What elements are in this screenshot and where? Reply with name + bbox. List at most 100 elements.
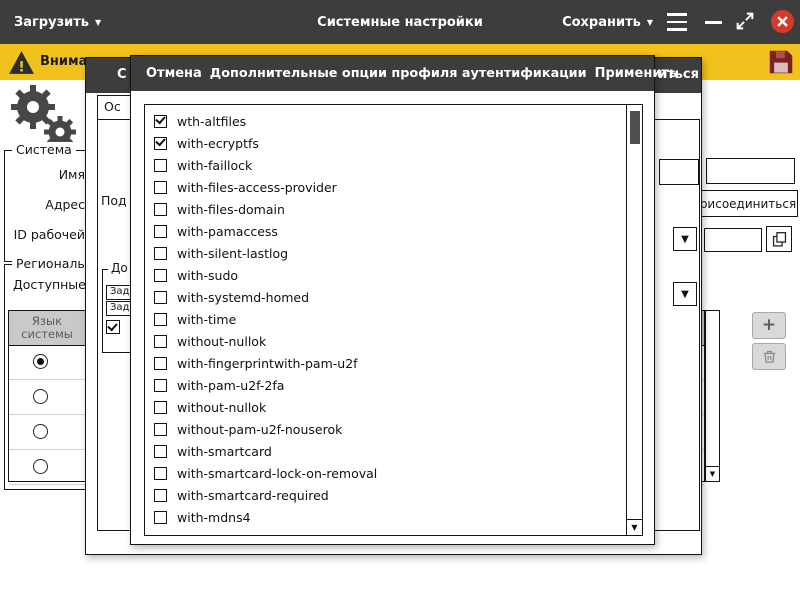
option-label: without-nullok xyxy=(177,334,266,349)
option-label: with-ecryptfs xyxy=(177,136,259,151)
option-checkbox[interactable] xyxy=(154,247,167,260)
delete-button[interactable] xyxy=(752,343,786,370)
option-row[interactable]: with-mdns4 xyxy=(145,506,626,528)
cancel-button[interactable]: Отмена xyxy=(146,66,202,81)
option-row[interactable]: with-pamaccess xyxy=(145,220,626,242)
option-checkbox[interactable] xyxy=(154,379,167,392)
option-label: with-pamaccess xyxy=(177,224,278,239)
option-row[interactable]: with-smartcard xyxy=(145,440,626,462)
language-radio[interactable] xyxy=(33,389,48,404)
minimize-button[interactable] xyxy=(705,21,722,24)
option-checkbox[interactable] xyxy=(154,335,167,348)
option-label: with-systemd-homed xyxy=(177,290,309,305)
option-row[interactable]: with-ecryptfs xyxy=(145,132,626,154)
option-checkbox[interactable] xyxy=(154,467,167,480)
option-checkbox[interactable] xyxy=(154,401,167,414)
checked-checkbox-fragment[interactable] xyxy=(106,320,120,334)
option-row[interactable]: with-faillock xyxy=(145,154,626,176)
hamburger-icon xyxy=(667,13,687,16)
option-label: with-pam-u2f-2fa xyxy=(177,378,284,393)
option-row[interactable]: with-files-access-provider xyxy=(145,176,626,198)
close-button[interactable] xyxy=(771,10,794,33)
option-row[interactable]: with-smartcard-lock-on-removal xyxy=(145,462,626,484)
text-input-2[interactable] xyxy=(704,228,762,252)
option-row[interactable]: with-sudo xyxy=(145,264,626,286)
dropdown-button-2[interactable]: ▼ xyxy=(673,282,697,306)
options-list: wth-altfiles with-ecryptfs with-faillock wi… xyxy=(145,105,626,535)
option-row[interactable]: with-smartcard-required xyxy=(145,484,626,506)
dropdown-button-1[interactable]: ▼ xyxy=(673,227,697,251)
scrollbar-thumb[interactable] xyxy=(630,111,640,144)
option-checkbox[interactable] xyxy=(154,115,167,128)
option-checkbox[interactable] xyxy=(154,445,167,458)
fullscreen-button[interactable] xyxy=(734,10,756,36)
scrollbar-down-button[interactable]: ▼ xyxy=(627,519,642,535)
load-button-label: Загрузить xyxy=(14,15,89,30)
language-radio[interactable] xyxy=(33,459,48,474)
option-label: with-smartcard-lock-on-removal xyxy=(177,466,377,481)
add-button[interactable]: + xyxy=(752,312,786,339)
option-row[interactable]: without-nullok xyxy=(145,396,626,418)
option-row[interactable]: wth-altfiles xyxy=(145,110,626,132)
field-label-workgroup-id: ID рабочей xyxy=(5,227,85,242)
option-checkbox[interactable] xyxy=(154,423,167,436)
plus-icon: + xyxy=(762,317,776,334)
option-row[interactable]: with-pam-u2f-2fa xyxy=(145,374,626,396)
option-row[interactable]: with-files-domain xyxy=(145,198,626,220)
dialog-header: Отмена Дополнительные опции профиля ауте… xyxy=(131,56,654,91)
auth-options-dialog: Отмена Дополнительные опции профиля ауте… xyxy=(130,55,655,545)
option-checkbox[interactable] xyxy=(154,269,167,282)
option-checkbox[interactable] xyxy=(154,137,167,150)
option-row[interactable]: with-time xyxy=(145,308,626,330)
settings-gears-icon xyxy=(6,82,80,150)
option-label: with-silent-lastlog xyxy=(177,246,288,261)
option-label: with-files-access-provider xyxy=(177,180,337,195)
option-row[interactable]: with-systemd-homed xyxy=(145,286,626,308)
option-label: with-smartcard-required xyxy=(177,488,329,503)
option-checkbox[interactable] xyxy=(154,313,167,326)
copy-icon xyxy=(771,231,788,248)
options-scrollbar[interactable]: ▼ xyxy=(626,105,642,535)
back-dialog-field-label: Под xyxy=(101,193,127,208)
language-radio[interactable] xyxy=(33,354,48,369)
option-label: with-sudo xyxy=(177,268,238,283)
option-checkbox[interactable] xyxy=(154,181,167,194)
option-label: with-time xyxy=(177,312,236,327)
option-row[interactable]: with-silent-lastlog xyxy=(145,242,626,264)
option-label: with-files-domain xyxy=(177,202,285,217)
option-checkbox[interactable] xyxy=(154,489,167,502)
back-dialog-input[interactable] xyxy=(659,159,699,185)
table-scrollbar[interactable]: ▼ xyxy=(705,310,720,482)
save-button[interactable]: Сохранить ▼ xyxy=(562,0,653,44)
field-label-name: Имя xyxy=(5,167,85,182)
copy-button[interactable] xyxy=(766,226,792,252)
save-file-button[interactable] xyxy=(766,47,796,77)
options-list-box: wth-altfiles with-ecryptfs with-faillock wi… xyxy=(144,104,643,536)
language-radio[interactable] xyxy=(33,424,48,439)
option-label: wth-altfiles xyxy=(177,114,246,129)
fullscreen-icon xyxy=(734,10,756,32)
apply-button[interactable]: Применить xyxy=(595,66,678,81)
back-dialog-group-legend: До xyxy=(108,261,131,275)
menu-button[interactable] xyxy=(667,13,687,31)
option-checkbox[interactable] xyxy=(154,159,167,172)
option-label: with-faillock xyxy=(177,158,252,173)
option-row[interactable]: without-pam-u2f-nouserok xyxy=(145,418,626,440)
scrollbar-down-arrow[interactable]: ▼ xyxy=(706,466,719,481)
option-row[interactable]: with-fingerprintwith-pam-u2f xyxy=(145,352,626,374)
trash-icon xyxy=(762,349,777,364)
option-checkbox[interactable] xyxy=(154,511,167,524)
option-row[interactable]: without-nullok xyxy=(145,330,626,352)
text-input-1[interactable] xyxy=(706,158,795,184)
load-button[interactable]: Загрузить ▼ xyxy=(14,0,101,44)
option-checkbox[interactable] xyxy=(154,203,167,216)
language-table-header: Язык системы xyxy=(9,311,86,345)
caret-down-icon: ▼ xyxy=(647,18,653,27)
system-fieldset-legend: Система xyxy=(12,142,76,157)
option-checkbox[interactable] xyxy=(154,225,167,238)
option-checkbox[interactable] xyxy=(154,357,167,370)
join-button[interactable]: рисоединиться xyxy=(698,190,798,217)
app-topbar: Загрузить ▼ Системные настройки Сохранит… xyxy=(0,0,800,44)
option-checkbox[interactable] xyxy=(154,291,167,304)
close-icon xyxy=(777,16,788,27)
